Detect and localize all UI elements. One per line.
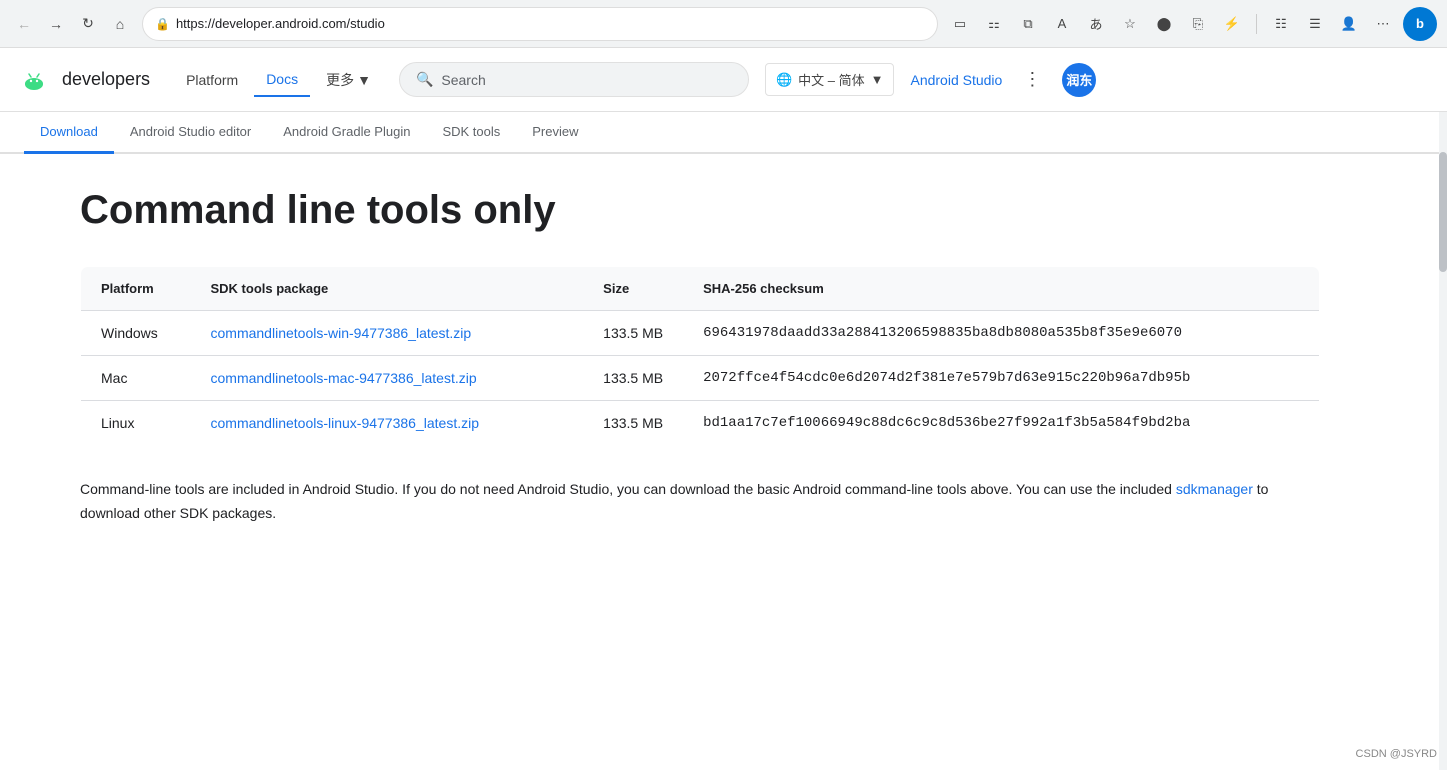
table-row: Windows commandlinetools-win-9477386_lat… [81,311,1320,356]
csdn-badge: CSDN @JSYRD [1356,748,1437,760]
sha-linux: bd1aa17c7ef10066949c88dc6c9c8d536be27f99… [683,401,1319,446]
page-title: Command line tools only [80,186,1320,234]
nav-docs[interactable]: Docs [254,63,310,97]
site-logo[interactable]: developers [24,69,150,90]
reading-list-button[interactable]: ☰ [1301,10,1329,38]
globe-icon: 🌐 [776,72,792,88]
lock-icon: 🔒 [155,17,170,31]
nav-buttons: ← → ↻ ⌂ [10,10,134,38]
browser-actions: ▭ ⚏ ⧉ A あ ☆ ⬤ ⎘ ⚡ ☷ ☰ 👤 ⋯ b [946,7,1437,41]
download-link-mac[interactable]: commandlinetools-mac-9477386_latest.zip [211,370,477,386]
scroll-thumb[interactable] [1439,152,1447,272]
nav-platform[interactable]: Platform [174,64,250,96]
forward-button[interactable]: → [42,10,70,38]
footer-text: Command-line tools are included in Andro… [80,478,1280,526]
split-screen-button[interactable]: ⧉ [1014,10,1042,38]
separator-1 [1256,14,1257,34]
address-bar[interactable]: 🔒 https://developer.android.com/studio [142,7,938,41]
size-mac: 133.5 MB [583,356,683,401]
search-box[interactable]: 🔍 Search [399,62,749,97]
search-placeholder: Search [441,72,485,88]
user-avatar[interactable]: 润东 [1062,63,1096,97]
android-studio-link[interactable]: Android Studio [910,72,1002,88]
table-row: Mac commandlinetools-mac-9477386_latest.… [81,356,1320,401]
tab-search-button[interactable]: ⚏ [980,10,1008,38]
translate-button[interactable]: あ [1082,10,1110,38]
back-button[interactable]: ← [10,10,38,38]
platform-linux: Linux [81,401,191,446]
size-windows: 133.5 MB [583,311,683,356]
cast-tab-button[interactable]: ▭ [946,10,974,38]
favorites-button[interactable]: ☆ [1116,10,1144,38]
header-more-button[interactable]: ⋮ [1018,66,1046,94]
size-linux: 133.5 MB [583,401,683,446]
url-text: https://developer.android.com/studio [176,16,925,31]
bing-button[interactable]: b [1403,7,1437,41]
nav-more[interactable]: 更多 ▼ [314,62,383,98]
site-header: developers Platform Docs 更多 ▼ 🔍 Search 🌐… [0,48,1447,112]
package-windows: commandlinetools-win-9477386_latest.zip [191,311,584,356]
col-platform-header: Platform [81,267,191,311]
browser-chrome: ← → ↻ ⌂ 🔒 https://developer.android.com/… [0,0,1447,48]
lang-chevron-icon: ▼ [871,72,884,87]
logo-text: developers [62,69,150,90]
download-link-linux[interactable]: commandlinetools-linux-9477386_latest.zi… [211,415,480,431]
lang-label: 中文 – 简体 [798,70,864,89]
tab-preview[interactable]: Preview [516,112,594,154]
main-content: Command line tools only Platform SDK too… [0,154,1400,566]
reload-button[interactable]: ↻ [74,10,102,38]
col-package-header: SDK tools package [191,267,584,311]
collections-button[interactable]: ☷ [1267,10,1295,38]
font-button[interactable]: A [1048,10,1076,38]
col-sha-header: SHA-256 checksum [683,267,1319,311]
profile-button[interactable]: 👤 [1335,10,1363,38]
download-table: Platform SDK tools package Size SHA-256 … [80,266,1320,446]
tab-sdk-tools[interactable]: SDK tools [426,112,516,154]
chevron-down-icon: ▼ [357,72,371,88]
search-icon: 🔍 [416,71,433,88]
lang-switcher[interactable]: 🌐 中文 – 简体 ▼ [765,63,895,96]
home-button[interactable]: ⌂ [106,10,134,38]
tab-download[interactable]: Download [24,112,114,154]
sha-windows: 696431978daadd33a288413206598835ba8db808… [683,311,1319,356]
sdkmanager-link[interactable]: sdkmanager [1176,481,1253,497]
more-options-button[interactable]: ⋯ [1369,10,1397,38]
site-nav: Platform Docs 更多 ▼ [174,62,383,98]
page-tabs: Download Android Studio editor Android G… [0,112,1447,154]
tab-android-gradle-plugin[interactable]: Android Gradle Plugin [267,112,426,154]
package-mac: commandlinetools-mac-9477386_latest.zip [191,356,584,401]
download-button[interactable]: ⎘ [1184,10,1212,38]
platform-windows: Windows [81,311,191,356]
dark-icon-button[interactable]: ⬤ [1150,10,1178,38]
android-logo-icon [24,70,56,90]
platform-mac: Mac [81,356,191,401]
sha-mac: 2072ffce4f54cdc0e6d2074d2f381e7e579b7d63… [683,356,1319,401]
col-size-header: Size [583,267,683,311]
download-link-windows[interactable]: commandlinetools-win-9477386_latest.zip [211,325,472,341]
table-row: Linux commandlinetools-linux-9477386_lat… [81,401,1320,446]
extensions-button[interactable]: ⚡ [1218,10,1246,38]
package-linux: commandlinetools-linux-9477386_latest.zi… [191,401,584,446]
table-header-row: Platform SDK tools package Size SHA-256 … [81,267,1320,311]
tab-android-studio-editor[interactable]: Android Studio editor [114,112,267,154]
scrollbar[interactable] [1439,112,1447,770]
